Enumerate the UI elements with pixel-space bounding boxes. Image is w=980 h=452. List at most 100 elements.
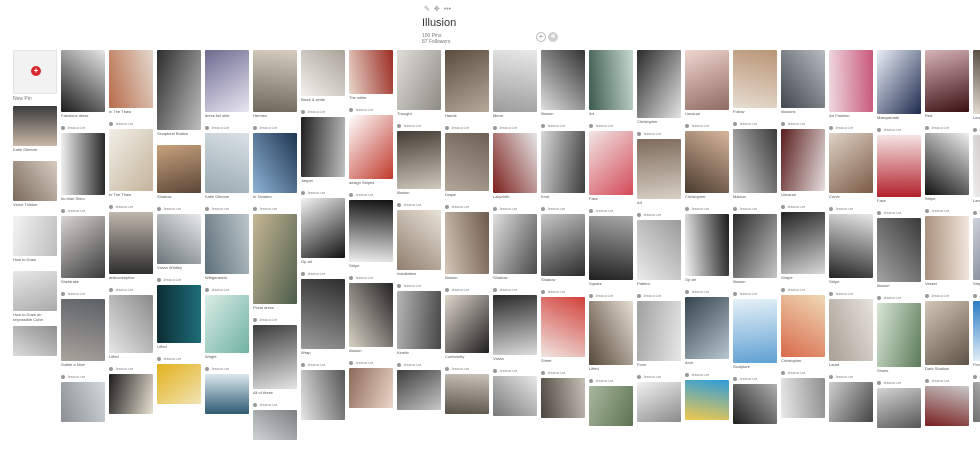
- pin-image[interactable]: [157, 364, 201, 404]
- pin-image[interactable]: [253, 50, 297, 112]
- pin-image[interactable]: [781, 129, 825, 191]
- pin-attribution[interactable]: Jessica Lee: [829, 374, 873, 379]
- pin-card[interactable]: How to Draw an Impossible Cube: [13, 271, 57, 323]
- pin-card[interactable]: [109, 374, 153, 414]
- pin-attribution[interactable]: Jessica Lee: [109, 204, 153, 209]
- pin-card[interactable]: Wrap Jessica Lee: [301, 279, 345, 367]
- pin-image[interactable]: [637, 301, 681, 361]
- pin-attribution[interactable]: Jessica Lee: [445, 204, 489, 209]
- pin-attribution[interactable]: Jessica Lee: [253, 206, 297, 211]
- pin-image[interactable]: [973, 382, 980, 422]
- pin-card[interactable]: Lifted Jessica Lee: [109, 295, 153, 371]
- pin-attribution[interactable]: Jessica Lee: [493, 206, 537, 211]
- pin-attribution[interactable]: Jessica Lee: [637, 212, 681, 217]
- pin-image[interactable]: [205, 214, 249, 274]
- pin-card[interactable]: Vivian Whitley Jessica Lee: [157, 214, 201, 282]
- pin-image[interactable]: [733, 384, 777, 424]
- pin-attribution[interactable]: Jessica Lee: [349, 192, 393, 197]
- pin-image[interactable]: [13, 216, 57, 256]
- pin-image[interactable]: [781, 295, 825, 357]
- pin-card[interactable]: Op art Jessica Lee: [301, 198, 345, 276]
- pin-image[interactable]: [253, 133, 297, 193]
- pin-image[interactable]: [301, 370, 345, 420]
- pin-image[interactable]: [541, 214, 585, 276]
- pin-attribution[interactable]: Jessica Lee: [877, 210, 921, 215]
- pin-attribution[interactable]: Jessica Lee: [301, 362, 345, 367]
- pin-card[interactable]: [397, 370, 441, 410]
- pin-image[interactable]: [157, 145, 201, 193]
- pin-image[interactable]: [733, 299, 777, 363]
- pin-card[interactable]: dress full skirt Jessica Lee: [205, 50, 249, 130]
- pin-attribution[interactable]: Jessica Lee: [877, 380, 921, 385]
- pin-card[interactable]: Thought Jessica Lee: [397, 50, 441, 128]
- pin-card[interactable]: Illusion Jessica Lee: [541, 50, 585, 128]
- pin-card[interactable]: [781, 378, 825, 418]
- pin-attribution[interactable]: Jessica Lee: [205, 287, 249, 292]
- pin-attribution[interactable]: Jessica Lee: [925, 293, 969, 298]
- more-icon[interactable]: •••: [444, 6, 451, 14]
- pin-card[interactable]: Unusual Jessica Lee: [685, 50, 729, 128]
- pin-card[interactable]: Stripe Jessica Lee: [925, 133, 969, 213]
- pin-attribution[interactable]: Jessica Lee: [973, 127, 980, 132]
- pin-attribution[interactable]: Jessica Lee: [253, 125, 297, 130]
- pin-image[interactable]: [349, 283, 393, 347]
- pin-card[interactable]: Illusion Jessica Lee: [445, 212, 489, 292]
- pin-attribution[interactable]: Jessica Lee: [589, 293, 633, 298]
- pin-card[interactable]: [733, 384, 777, 424]
- pin-card[interactable]: Follow Jessica Lee: [733, 50, 777, 126]
- pin-card[interactable]: Lifted Jessica Lee: [589, 301, 633, 383]
- pin-card[interactable]: Form Jessica Lee: [637, 301, 681, 379]
- pin-card[interactable]: [349, 368, 393, 408]
- pin-image[interactable]: [637, 220, 681, 280]
- pin-attribution[interactable]: Jessica Lee: [685, 289, 729, 294]
- pin-card[interactable]: Katie Gilmore: [13, 106, 57, 158]
- pin-image[interactable]: [493, 133, 537, 193]
- pin-attribution[interactable]: Jessica Lee: [349, 360, 393, 365]
- pin-image[interactable]: [493, 214, 537, 274]
- pin-attribution[interactable]: Jessica Lee: [301, 271, 345, 276]
- pin-image[interactable]: [829, 382, 873, 422]
- pin-attribution[interactable]: Jessica Lee: [925, 125, 969, 130]
- pin-image[interactable]: [349, 368, 393, 408]
- pin-card[interactable]: Fabulous dress Jessica Lee: [61, 50, 105, 130]
- pin-card[interactable]: Drape Jessica Lee: [445, 133, 489, 209]
- pin-card[interactable]: Wright Jessica Lee: [205, 295, 249, 371]
- pin-card[interactable]: Illusion Jessica Lee: [349, 283, 393, 365]
- pin-attribution[interactable]: Jessica Lee: [301, 109, 345, 114]
- pin-image[interactable]: [829, 299, 873, 361]
- pin-card[interactable]: The white Jessica Lee: [349, 50, 393, 112]
- pin-card[interactable]: design Stripes Jessica Lee: [349, 115, 393, 197]
- pin-image[interactable]: [733, 50, 777, 108]
- pin-attribution[interactable]: Jessica Lee: [109, 366, 153, 371]
- pin-card[interactable]: Square Jessica Lee: [589, 216, 633, 298]
- pin-card[interactable]: [253, 410, 297, 440]
- pin-attribution[interactable]: Jessica Lee: [493, 125, 537, 130]
- pin-card[interactable]: [61, 382, 105, 422]
- pin-card[interactable]: Subtle a Nice Jessica Lee: [61, 299, 105, 379]
- pin-card[interactable]: Art Fashion Jessica Lee: [829, 50, 873, 130]
- pin-image[interactable]: [925, 50, 969, 112]
- pin-card[interactable]: [301, 370, 345, 420]
- pin-attribution[interactable]: Jessica Lee: [781, 204, 825, 209]
- pin-card[interactable]: [445, 374, 489, 414]
- avatar[interactable]: [548, 32, 558, 42]
- pin-attribution[interactable]: Jessica Lee: [205, 206, 249, 211]
- pin-attribution[interactable]: Jessica Lee: [925, 378, 969, 383]
- pin-image[interactable]: [637, 50, 681, 118]
- pin-image[interactable]: [973, 301, 980, 361]
- pin-attribution[interactable]: Jessica Lee: [589, 208, 633, 213]
- pin-attribution[interactable]: Jessica Lee: [445, 366, 489, 371]
- pin-image[interactable]: [205, 374, 249, 414]
- pin-image[interactable]: [541, 131, 585, 193]
- pencil-icon[interactable]: ✎: [424, 6, 430, 14]
- pin-image[interactable]: [397, 291, 441, 349]
- pin-attribution[interactable]: Jessica Lee: [637, 293, 681, 298]
- pin-image[interactable]: [157, 50, 201, 130]
- pin-attribution[interactable]: Jessica Lee: [109, 121, 153, 126]
- pin-attribution[interactable]: Jessica Lee: [349, 275, 393, 280]
- pin-card[interactable]: Shadow Jessica Lee: [493, 214, 537, 292]
- pin-image[interactable]: [589, 131, 633, 195]
- pin-image[interactable]: [973, 135, 980, 197]
- pin-card[interactable]: Illusion Jessica Lee: [397, 131, 441, 207]
- pin-image[interactable]: [877, 135, 921, 197]
